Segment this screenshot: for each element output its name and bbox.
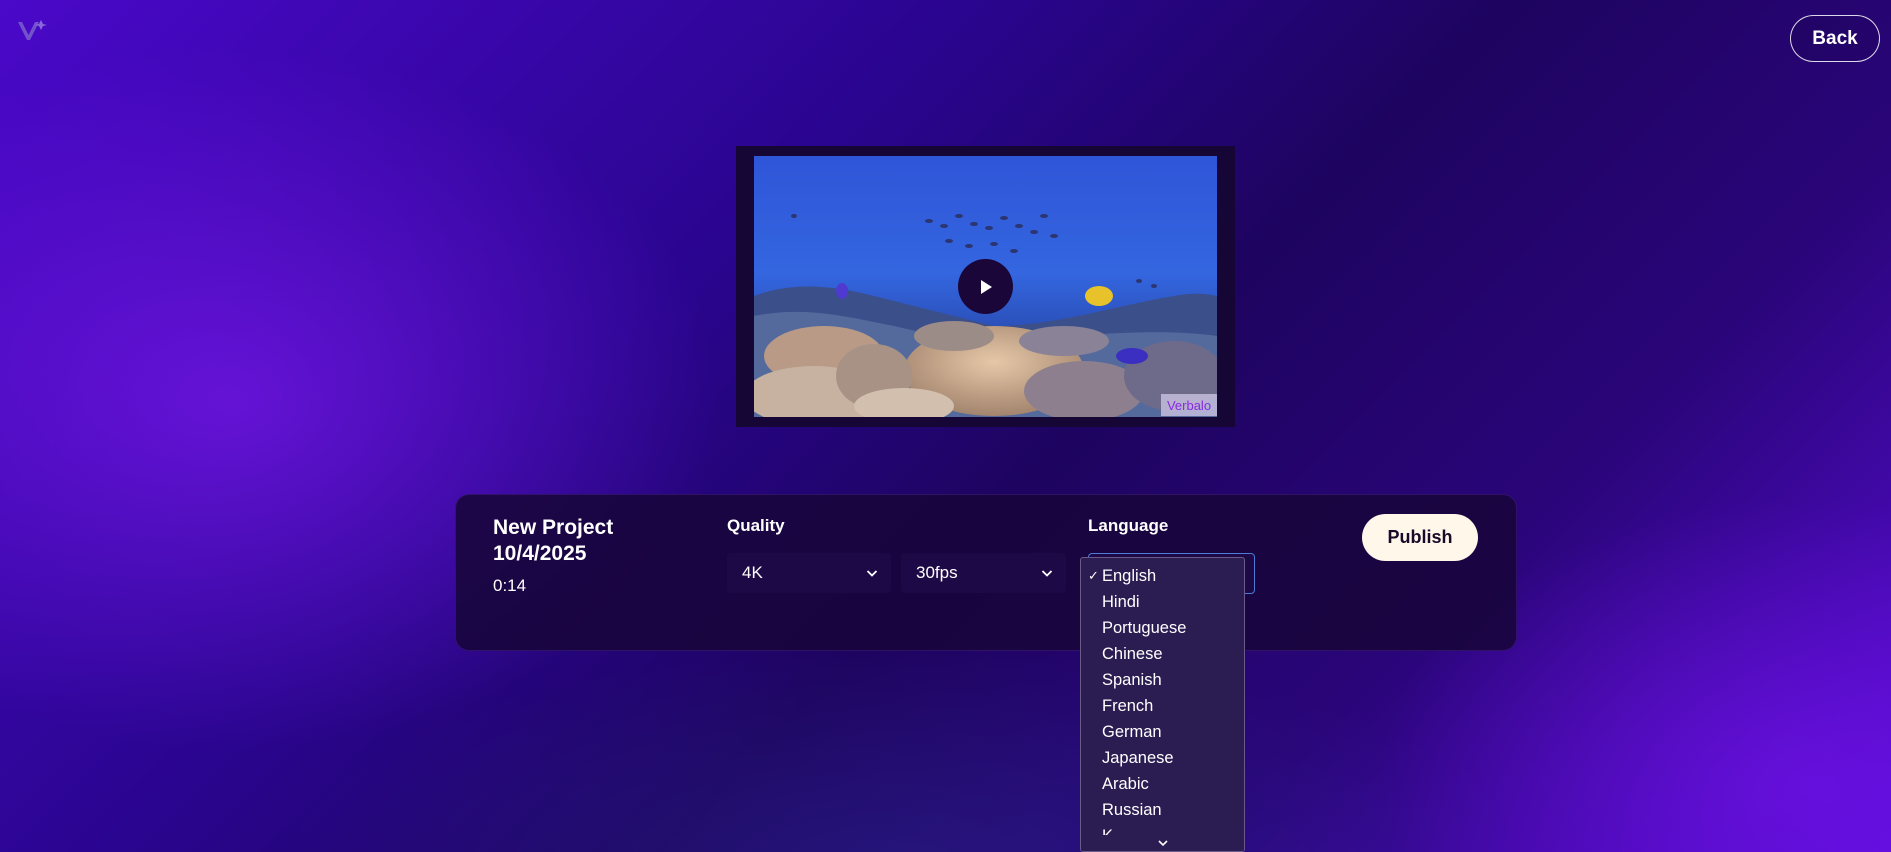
resolution-select[interactable]: 4K bbox=[727, 553, 891, 593]
play-button[interactable] bbox=[958, 259, 1013, 314]
language-option-spanish[interactable]: Spanish bbox=[1081, 667, 1244, 693]
language-option-arabic[interactable]: Arabic bbox=[1081, 771, 1244, 797]
language-dropdown-list[interactable]: ✓ English Hindi Portuguese Chinese Spani… bbox=[1080, 557, 1245, 852]
language-option-hindi[interactable]: Hindi bbox=[1081, 589, 1244, 615]
language-option-japanese[interactable]: Japanese bbox=[1081, 745, 1244, 771]
project-date: 10/4/2025 bbox=[493, 542, 587, 565]
project-name: New Project bbox=[493, 516, 614, 539]
dropdown-scroll-down[interactable] bbox=[1081, 835, 1244, 851]
play-icon bbox=[980, 279, 992, 294]
chevron-down-icon bbox=[866, 570, 878, 577]
project-duration: 0:14 bbox=[493, 576, 527, 595]
back-button-label: Back bbox=[1812, 27, 1858, 49]
publish-button[interactable]: Publish bbox=[1362, 514, 1478, 561]
language-option-french[interactable]: French bbox=[1081, 693, 1244, 719]
project-title: New Project 10/4/2025 bbox=[493, 515, 673, 567]
framerate-value: 30fps bbox=[916, 563, 958, 582]
resolution-value: 4K bbox=[742, 563, 763, 582]
language-option-english[interactable]: ✓ English bbox=[1081, 563, 1244, 589]
publish-button-label: Publish bbox=[1387, 527, 1453, 547]
language-option-portuguese[interactable]: Portuguese bbox=[1081, 615, 1244, 641]
language-option-russian[interactable]: Russian bbox=[1081, 797, 1244, 823]
framerate-select[interactable]: 30fps bbox=[901, 553, 1066, 593]
language-label: Language bbox=[1088, 516, 1169, 535]
language-option-german[interactable]: German bbox=[1081, 719, 1244, 745]
quality-label: Quality bbox=[727, 516, 785, 535]
check-icon: ✓ bbox=[1088, 568, 1099, 583]
chevron-down-icon bbox=[1041, 570, 1053, 577]
back-button[interactable]: Back bbox=[1790, 15, 1880, 62]
chevron-down-icon bbox=[1157, 840, 1168, 847]
video-watermark: Verbalo bbox=[1161, 394, 1217, 416]
logo-icon[interactable] bbox=[16, 18, 50, 44]
language-option-chinese[interactable]: Chinese bbox=[1081, 641, 1244, 667]
